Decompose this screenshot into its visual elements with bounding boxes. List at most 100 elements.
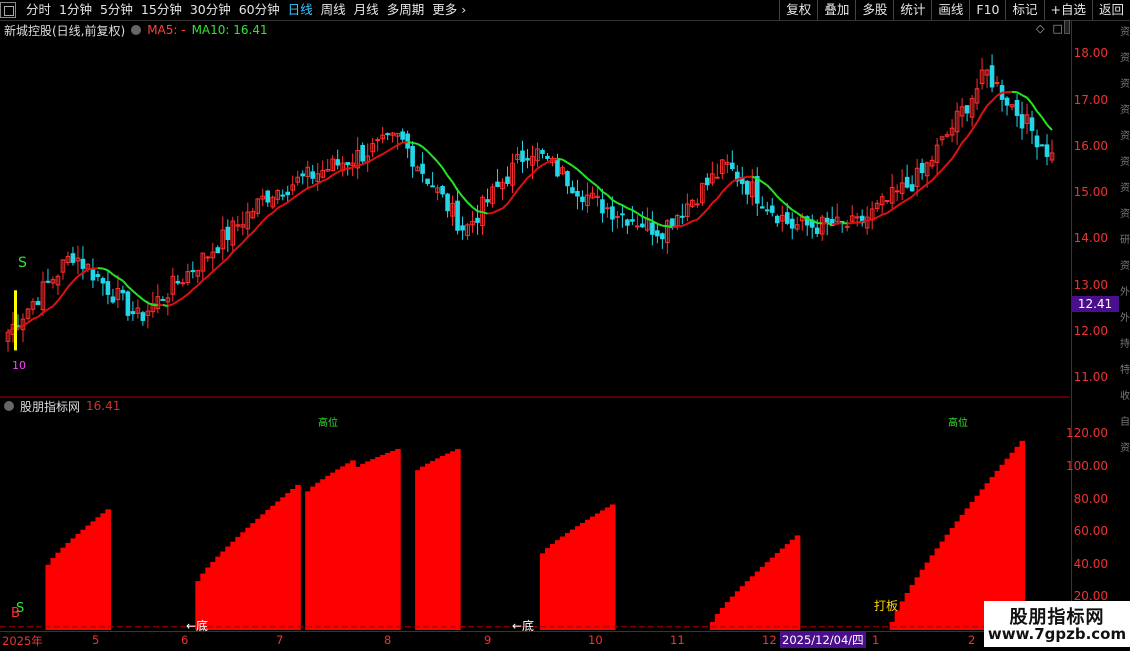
ma-line-segment [957,143,962,151]
ma-line-segment [672,226,677,227]
ma-line-segment [1042,117,1047,124]
ma-line-segment [727,182,732,187]
ma-line-segment [582,174,587,179]
indicator-title: 股朋指标网 [20,398,80,415]
side-tab-5[interactable]: 资 [1120,150,1130,176]
indicator-bar [65,543,71,630]
indicator-bar [395,449,401,630]
candle [496,182,500,186]
indicator-bar [915,577,921,630]
ma-line-segment [987,101,992,106]
candle [206,257,210,258]
candle [266,191,270,202]
scrollbar-thumb[interactable] [1064,20,1070,34]
indicator-top-label: 高位 [318,416,338,429]
candle [81,259,85,268]
indicator-bar [970,502,976,630]
candle [421,164,425,173]
side-tab-2[interactable]: 资 [1120,72,1130,98]
ma-line-segment [133,291,138,295]
indicator-bar [70,538,76,630]
candle [1030,118,1034,131]
ma-line-segment [632,210,637,213]
indicator-bar [60,548,66,630]
ma-line-segment [448,176,453,182]
side-tab-8[interactable]: 研 [1120,228,1130,254]
ma-line-segment [298,191,303,195]
side-tab-1[interactable]: 资 [1120,46,1130,72]
ma-line-segment [867,219,872,220]
side-tab-10[interactable]: 外 [1120,280,1130,306]
ma-line-segment [233,247,238,252]
indicator-top-label: 高位 [948,416,968,429]
indicator-bar [355,467,361,630]
side-tab-3[interactable]: 资 [1120,98,1130,124]
side-tab-11[interactable]: 外 [1120,306,1130,332]
candle [765,210,769,211]
ma-line-segment [992,96,997,101]
candle [336,160,340,165]
ma-line-segment [288,198,293,202]
ma-line-segment [572,166,577,170]
ma-line-segment [228,252,233,258]
ma-line-segment [333,172,338,175]
candle [476,218,480,222]
side-tab-13[interactable]: 特 [1120,358,1130,384]
candle [281,195,285,196]
indicator-bar [340,466,346,630]
indicator-bar [270,506,276,630]
ma-line-segment [947,159,952,164]
ma-line-segment [258,221,263,227]
candle [36,302,40,305]
ma-line-segment [328,175,333,179]
ma-line-segment [313,184,318,187]
candle [920,163,924,172]
ma-line-segment [682,224,687,226]
candle [441,187,445,194]
side-tab-16[interactable]: 资 [1120,436,1130,462]
indicator-tick: 60.00 [1074,524,1108,538]
indicator-bar [260,514,266,630]
side-tab-4[interactable]: 资 [1120,124,1130,150]
toolbar-button-8[interactable]: 返回 [1092,0,1130,20]
candle [566,172,570,186]
candle [506,177,510,183]
vertical-scrollbar[interactable] [1064,20,1070,630]
watermark-url: www.7gpzb.com [984,625,1130,643]
ma-line-segment [493,211,498,213]
indicator-settings-icon[interactable] [4,401,14,411]
ma-line-segment [23,323,28,326]
side-tab-6[interactable]: 资 [1120,176,1130,202]
indicator-bar [335,469,341,630]
ma-line-segment [837,223,842,224]
indicator-bar [285,493,291,630]
ma-line-segment [523,178,528,184]
side-tab-14[interactable]: 收 [1120,384,1130,410]
ma-line-segment [932,175,937,181]
ma-line-segment [503,204,508,209]
ma-line-segment [168,304,173,306]
candle [71,254,75,263]
ma-line-segment [303,188,308,191]
indicator-bar [960,515,966,630]
ma-line-segment [552,159,557,160]
side-tab-0[interactable]: 资 [1120,20,1130,46]
side-tab-12[interactable]: 持 [1120,332,1130,358]
ma-line-segment [183,294,188,298]
ma-line-segment [53,301,58,307]
indicator-bar [770,558,776,630]
indicator-tick: 120.00 [1066,426,1108,440]
candle [286,192,290,194]
candle [745,181,749,194]
ma-line-segment [408,142,413,143]
side-panel-tabs[interactable]: 资资资资资资资资研资外外持特收自资 [1120,20,1130,632]
candle [606,208,610,209]
kline-chart[interactable]: S10←底←底打板高位高位BS [0,0,1070,632]
indicator-bar [80,530,86,630]
side-tab-9[interactable]: 资 [1120,254,1130,280]
ma-line-segment [942,164,947,170]
candle [990,66,994,87]
side-tab-15[interactable]: 自 [1120,410,1130,436]
side-tab-7[interactable]: 资 [1120,202,1130,228]
candle [910,185,914,191]
